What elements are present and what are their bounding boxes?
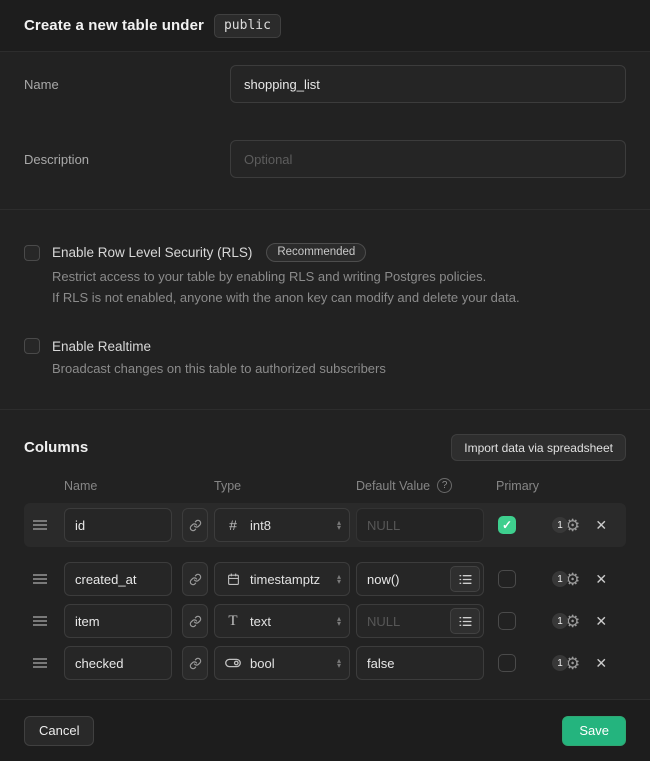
remove-column-icon[interactable]: ✕ <box>593 613 609 630</box>
columns-title: Columns <box>24 439 88 456</box>
column-header-primary: Primary <box>496 479 539 493</box>
columns-table-header: Name Type Default Value ? Primary <box>24 478 626 493</box>
remove-column-icon[interactable]: ✕ <box>593 517 609 534</box>
table-form-section: Name Description <box>0 52 650 210</box>
chevron-updown-icon: ▴▾ <box>337 574 341 584</box>
drag-handle-icon[interactable] <box>30 573 50 585</box>
default-value-input[interactable] <box>356 646 484 680</box>
column-header-default: Default Value ? <box>356 478 496 493</box>
cancel-button[interactable]: Cancel <box>24 716 94 746</box>
import-spreadsheet-button[interactable]: Import data via spreadsheet <box>451 434 626 461</box>
drag-handle-icon[interactable] <box>30 657 50 669</box>
chevron-updown-icon: ▴▾ <box>337 616 341 626</box>
dialog-header: Create a new table under public <box>0 0 650 52</box>
column-header-default-label: Default Value <box>356 479 430 493</box>
column-header-name: Name <box>64 479 214 493</box>
column-name-input[interactable] <box>64 562 172 596</box>
foreign-key-link-icon[interactable] <box>182 646 208 680</box>
rls-toggle-group: Enable Row Level Security (RLS) Recommen… <box>24 243 626 308</box>
column-settings-button[interactable]: 1 ⚙ <box>552 571 580 588</box>
default-suggestions-icon[interactable] <box>450 608 480 634</box>
chevron-updown-icon: ▴▾ <box>337 520 341 530</box>
remove-column-icon[interactable]: ✕ <box>593 571 609 588</box>
column-name-input[interactable] <box>64 646 172 680</box>
drag-handle-icon[interactable] <box>30 519 50 531</box>
column-settings-button[interactable]: 1 ⚙ <box>552 655 580 672</box>
foreign-key-link-icon[interactable] <box>182 562 208 596</box>
toggle-icon <box>225 658 241 668</box>
rls-checkbox[interactable] <box>24 245 40 261</box>
realtime-label: Enable Realtime <box>52 339 151 354</box>
columns-section: Columns Import data via spreadsheet Name… <box>0 410 650 700</box>
primary-key-checkbox[interactable]: ✓ <box>498 612 516 630</box>
primary-key-checkbox[interactable]: ✓ <box>498 516 516 534</box>
column-row-created-at: timestamptz ▴▾ ✓ 1 ⚙ ✕ <box>24 559 626 599</box>
foreign-key-link-icon[interactable] <box>182 604 208 638</box>
calendar-icon <box>225 572 241 586</box>
realtime-toggle-group: Enable Realtime Broadcast changes on thi… <box>24 338 626 379</box>
default-value-wrap <box>356 508 484 542</box>
columns-head: Columns Import data via spreadsheet <box>24 434 626 461</box>
settings-count-badge: 1 <box>552 571 568 587</box>
text-icon: T <box>225 613 241 630</box>
rls-description: Restrict access to your table by enablin… <box>52 266 626 308</box>
table-description-input[interactable] <box>230 140 626 178</box>
help-icon[interactable]: ? <box>437 478 452 493</box>
column-row-item: T text ▴▾ ✓ 1 ⚙ ✕ <box>24 601 626 641</box>
rls-description-line2: If RLS is not enabled, anyone with the a… <box>52 287 626 308</box>
dialog-title: Create a new table under <box>24 17 204 34</box>
hash-icon: # <box>225 517 241 533</box>
default-value-wrap <box>356 646 484 680</box>
rls-label: Enable Row Level Security (RLS) <box>52 245 252 260</box>
schema-badge: public <box>214 14 281 38</box>
description-label: Description <box>24 140 230 178</box>
column-type-select[interactable]: bool ▴▾ <box>214 646 350 680</box>
rls-description-line1: Restrict access to your table by enablin… <box>52 266 626 287</box>
realtime-checkbox[interactable] <box>24 338 40 354</box>
column-row-checked: bool ▴▾ ✓ 1 ⚙ ✕ <box>24 643 626 683</box>
settings-count-badge: 1 <box>552 613 568 629</box>
column-type-select[interactable]: timestamptz ▴▾ <box>214 562 350 596</box>
settings-count-badge: 1 <box>552 517 568 533</box>
description-field-row: Description <box>24 140 626 178</box>
column-type-value: int8 <box>250 518 328 533</box>
name-label: Name <box>24 65 230 103</box>
column-settings-button[interactable]: 1 ⚙ <box>552 613 580 630</box>
column-rows: # int8 ▴▾ ✓ 1 ⚙ ✕ <box>24 503 626 683</box>
drag-handle-icon[interactable] <box>30 615 50 627</box>
name-field-row: Name <box>24 65 626 103</box>
default-value-wrap <box>356 604 484 638</box>
default-value-input <box>356 508 484 542</box>
settings-count-badge: 1 <box>552 655 568 671</box>
column-type-value: text <box>250 614 328 629</box>
column-name-input[interactable] <box>64 508 172 542</box>
table-name-input[interactable] <box>230 65 626 103</box>
default-suggestions-icon[interactable] <box>450 566 480 592</box>
column-type-select[interactable]: T text ▴▾ <box>214 604 350 638</box>
table-options-section: Enable Row Level Security (RLS) Recommen… <box>0 210 650 410</box>
realtime-toggle-head: Enable Realtime <box>24 338 626 354</box>
primary-key-checkbox[interactable]: ✓ <box>498 570 516 588</box>
dialog-footer: Cancel Save <box>0 700 650 761</box>
remove-column-icon[interactable]: ✕ <box>593 655 609 672</box>
column-header-type: Type <box>214 479 356 493</box>
column-name-input[interactable] <box>64 604 172 638</box>
save-button[interactable]: Save <box>562 716 626 746</box>
chevron-updown-icon: ▴▾ <box>337 658 341 668</box>
primary-key-checkbox[interactable]: ✓ <box>498 654 516 672</box>
realtime-description: Broadcast changes on this table to autho… <box>52 358 626 379</box>
recommended-badge: Recommended <box>266 243 366 262</box>
column-row-id: # int8 ▴▾ ✓ 1 ⚙ ✕ <box>24 503 626 547</box>
create-table-dialog: Create a new table under public Name Des… <box>0 0 650 761</box>
foreign-key-link-icon[interactable] <box>182 508 208 542</box>
column-settings-button[interactable]: 1 ⚙ <box>552 517 580 534</box>
column-type-value: timestamptz <box>250 572 328 587</box>
default-value-wrap <box>356 562 484 596</box>
rls-toggle-head: Enable Row Level Security (RLS) Recommen… <box>24 243 626 262</box>
column-type-value: bool <box>250 656 328 671</box>
column-type-select[interactable]: # int8 ▴▾ <box>214 508 350 542</box>
